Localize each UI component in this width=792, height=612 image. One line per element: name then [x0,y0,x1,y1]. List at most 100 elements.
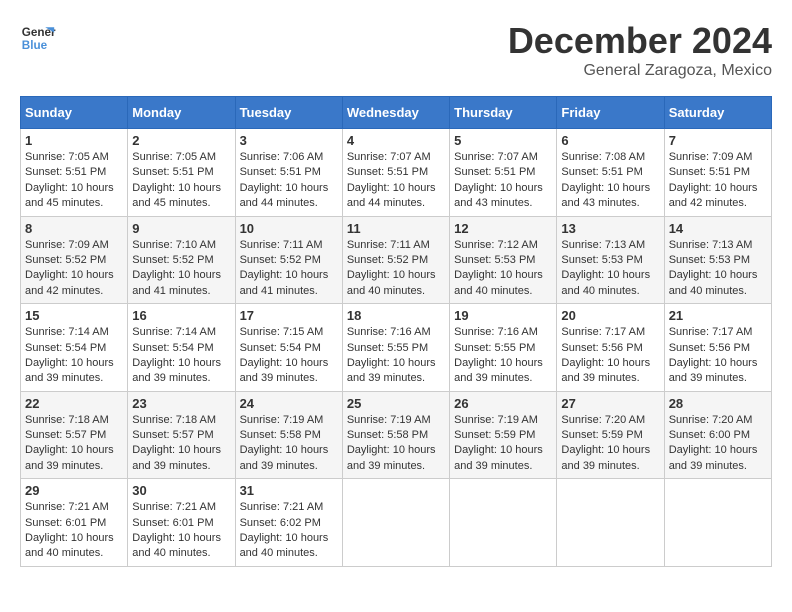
day-number: 31 [240,483,338,498]
day-number: 13 [561,221,659,236]
calendar-cell: 15 Sunrise: 7:14 AM Sunset: 5:54 PM Dayl… [21,304,128,392]
calendar-cell: 6 Sunrise: 7:08 AM Sunset: 5:51 PM Dayli… [557,129,664,217]
calendar-cell: 12 Sunrise: 7:12 AM Sunset: 5:53 PM Dayl… [450,216,557,304]
day-info: Sunrise: 7:18 AM Sunset: 5:57 PM Dayligh… [132,413,230,475]
calendar-cell: 11 Sunrise: 7:11 AM Sunset: 5:52 PM Dayl… [342,216,449,304]
day-number: 19 [454,308,552,323]
day-number: 28 [669,396,767,411]
calendar-cell: 28 Sunrise: 7:20 AM Sunset: 6:00 PM Dayl… [664,391,771,479]
calendar-cell: 3 Sunrise: 7:06 AM Sunset: 5:51 PM Dayli… [235,129,342,217]
day-header-tuesday: Tuesday [235,97,342,129]
day-number: 15 [25,308,123,323]
day-number: 2 [132,133,230,148]
week-row-5: 29 Sunrise: 7:21 AM Sunset: 6:01 PM Dayl… [21,479,772,567]
calendar-cell: 27 Sunrise: 7:20 AM Sunset: 5:59 PM Dayl… [557,391,664,479]
day-info: Sunrise: 7:10 AM Sunset: 5:52 PM Dayligh… [132,238,230,300]
calendar-cell: 4 Sunrise: 7:07 AM Sunset: 5:51 PM Dayli… [342,129,449,217]
day-header-thursday: Thursday [450,97,557,129]
day-info: Sunrise: 7:18 AM Sunset: 5:57 PM Dayligh… [25,413,123,475]
logo: General Blue [20,20,56,56]
day-info: Sunrise: 7:11 AM Sunset: 5:52 PM Dayligh… [347,238,445,300]
day-number: 17 [240,308,338,323]
day-number: 20 [561,308,659,323]
day-info: Sunrise: 7:20 AM Sunset: 5:59 PM Dayligh… [561,413,659,475]
day-header-sunday: Sunday [21,97,128,129]
day-info: Sunrise: 7:07 AM Sunset: 5:51 PM Dayligh… [454,150,552,212]
calendar-cell: 13 Sunrise: 7:13 AM Sunset: 5:53 PM Dayl… [557,216,664,304]
day-headers-row: SundayMondayTuesdayWednesdayThursdayFrid… [21,97,772,129]
day-number: 16 [132,308,230,323]
day-info: Sunrise: 7:13 AM Sunset: 5:53 PM Dayligh… [561,238,659,300]
day-number: 29 [25,483,123,498]
day-number: 3 [240,133,338,148]
day-info: Sunrise: 7:07 AM Sunset: 5:51 PM Dayligh… [347,150,445,212]
day-info: Sunrise: 7:19 AM Sunset: 5:58 PM Dayligh… [347,413,445,475]
day-number: 30 [132,483,230,498]
day-info: Sunrise: 7:21 AM Sunset: 6:01 PM Dayligh… [132,500,230,562]
day-info: Sunrise: 7:16 AM Sunset: 5:55 PM Dayligh… [347,325,445,387]
day-info: Sunrise: 7:09 AM Sunset: 5:52 PM Dayligh… [25,238,123,300]
day-info: Sunrise: 7:05 AM Sunset: 5:51 PM Dayligh… [25,150,123,212]
calendar-cell: 29 Sunrise: 7:21 AM Sunset: 6:01 PM Dayl… [21,479,128,567]
day-info: Sunrise: 7:21 AM Sunset: 6:02 PM Dayligh… [240,500,338,562]
calendar-cell: 23 Sunrise: 7:18 AM Sunset: 5:57 PM Dayl… [128,391,235,479]
calendar-cell: 24 Sunrise: 7:19 AM Sunset: 5:58 PM Dayl… [235,391,342,479]
day-info: Sunrise: 7:05 AM Sunset: 5:51 PM Dayligh… [132,150,230,212]
calendar-cell: 22 Sunrise: 7:18 AM Sunset: 5:57 PM Dayl… [21,391,128,479]
day-info: Sunrise: 7:21 AM Sunset: 6:01 PM Dayligh… [25,500,123,562]
calendar-cell: 5 Sunrise: 7:07 AM Sunset: 5:51 PM Dayli… [450,129,557,217]
day-number: 6 [561,133,659,148]
day-number: 12 [454,221,552,236]
day-number: 10 [240,221,338,236]
location-title: General Zaragoza, Mexico [508,62,772,80]
day-info: Sunrise: 7:20 AM Sunset: 6:00 PM Dayligh… [669,413,767,475]
day-info: Sunrise: 7:06 AM Sunset: 5:51 PM Dayligh… [240,150,338,212]
day-number: 22 [25,396,123,411]
day-number: 7 [669,133,767,148]
calendar-cell [450,479,557,567]
day-number: 24 [240,396,338,411]
day-number: 18 [347,308,445,323]
header: General Blue December 2024 General Zarag… [20,20,772,80]
calendar-cell [664,479,771,567]
day-number: 21 [669,308,767,323]
calendar-cell [557,479,664,567]
calendar-cell [342,479,449,567]
day-number: 4 [347,133,445,148]
calendar-cell: 20 Sunrise: 7:17 AM Sunset: 5:56 PM Dayl… [557,304,664,392]
day-info: Sunrise: 7:16 AM Sunset: 5:55 PM Dayligh… [454,325,552,387]
day-info: Sunrise: 7:19 AM Sunset: 5:59 PM Dayligh… [454,413,552,475]
calendar-cell: 9 Sunrise: 7:10 AM Sunset: 5:52 PM Dayli… [128,216,235,304]
calendar-cell: 14 Sunrise: 7:13 AM Sunset: 5:53 PM Dayl… [664,216,771,304]
month-title: December 2024 [508,20,772,62]
week-row-2: 8 Sunrise: 7:09 AM Sunset: 5:52 PM Dayli… [21,216,772,304]
logo-icon: General Blue [20,20,56,56]
day-info: Sunrise: 7:15 AM Sunset: 5:54 PM Dayligh… [240,325,338,387]
calendar-cell: 18 Sunrise: 7:16 AM Sunset: 5:55 PM Dayl… [342,304,449,392]
day-number: 27 [561,396,659,411]
week-row-3: 15 Sunrise: 7:14 AM Sunset: 5:54 PM Dayl… [21,304,772,392]
calendar-cell: 26 Sunrise: 7:19 AM Sunset: 5:59 PM Dayl… [450,391,557,479]
day-number: 23 [132,396,230,411]
day-header-wednesday: Wednesday [342,97,449,129]
day-info: Sunrise: 7:19 AM Sunset: 5:58 PM Dayligh… [240,413,338,475]
day-info: Sunrise: 7:08 AM Sunset: 5:51 PM Dayligh… [561,150,659,212]
day-number: 11 [347,221,445,236]
day-info: Sunrise: 7:17 AM Sunset: 5:56 PM Dayligh… [561,325,659,387]
calendar-cell: 2 Sunrise: 7:05 AM Sunset: 5:51 PM Dayli… [128,129,235,217]
calendar-cell: 1 Sunrise: 7:05 AM Sunset: 5:51 PM Dayli… [21,129,128,217]
day-header-friday: Friday [557,97,664,129]
day-header-saturday: Saturday [664,97,771,129]
day-info: Sunrise: 7:09 AM Sunset: 5:51 PM Dayligh… [669,150,767,212]
day-number: 8 [25,221,123,236]
day-number: 5 [454,133,552,148]
calendar-cell: 16 Sunrise: 7:14 AM Sunset: 5:54 PM Dayl… [128,304,235,392]
calendar-table: SundayMondayTuesdayWednesdayThursdayFrid… [20,96,772,567]
calendar-cell: 21 Sunrise: 7:17 AM Sunset: 5:56 PM Dayl… [664,304,771,392]
calendar-cell: 10 Sunrise: 7:11 AM Sunset: 5:52 PM Dayl… [235,216,342,304]
calendar-cell: 7 Sunrise: 7:09 AM Sunset: 5:51 PM Dayli… [664,129,771,217]
day-number: 14 [669,221,767,236]
calendar-cell: 19 Sunrise: 7:16 AM Sunset: 5:55 PM Dayl… [450,304,557,392]
day-number: 25 [347,396,445,411]
calendar-cell: 17 Sunrise: 7:15 AM Sunset: 5:54 PM Dayl… [235,304,342,392]
